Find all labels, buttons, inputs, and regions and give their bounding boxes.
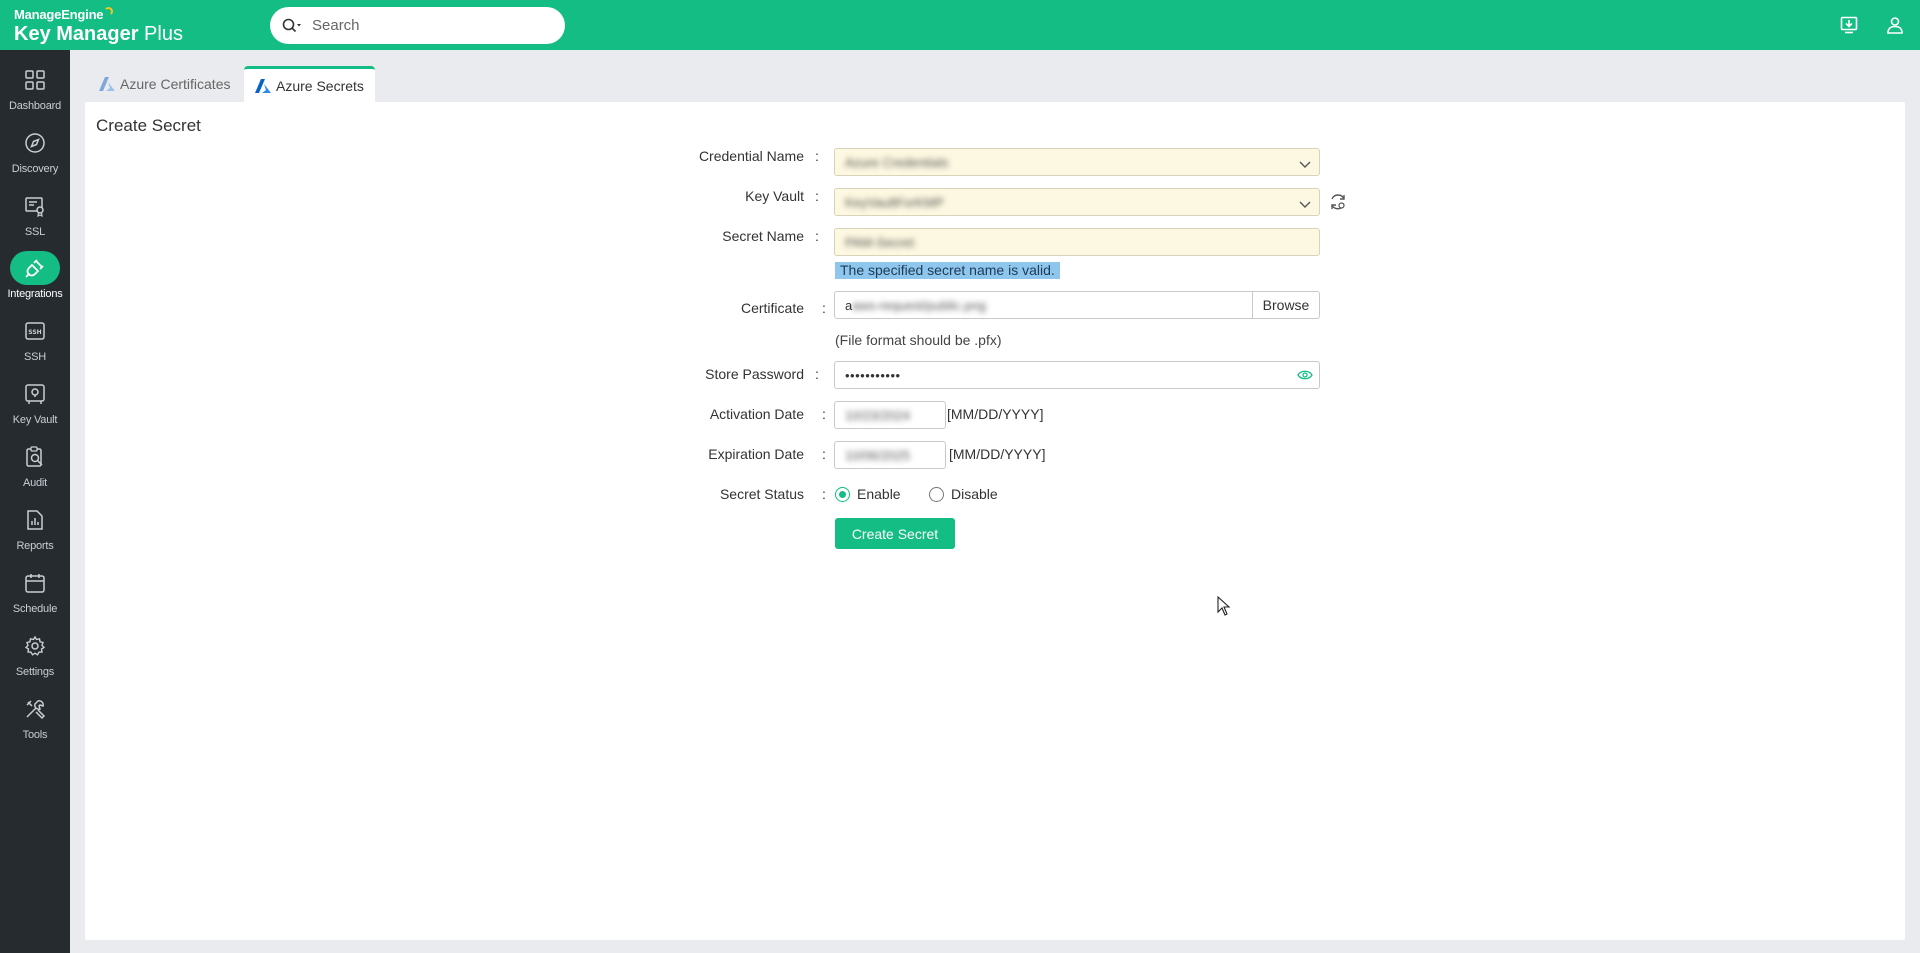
sidebar-item-schedule[interactable]: Schedule [0,564,70,624]
chevron-down-icon [1299,157,1311,172]
secret-name-valid-message: The specified secret name is valid. [835,262,1060,279]
certificate-file-input[interactable]: a aws-request/public.png [834,291,1253,319]
sidebar-item-audit[interactable]: Audit [0,438,70,498]
sidebar: Dashboard Discovery SSL Integrations SSH… [0,50,70,953]
key-vault-label: Key Vault [745,188,804,204]
sidebar-item-tools[interactable]: Tools [0,690,70,750]
mouse-cursor-icon [1217,595,1231,621]
expiration-date-label: Expiration Date [708,446,804,462]
certificate-format-hint: (File format should be .pfx) [835,332,1002,348]
sidebar-item-settings[interactable]: Settings [0,627,70,687]
user-icon[interactable] [1884,14,1906,36]
status-disable-radio[interactable]: Disable [929,486,998,502]
browse-button[interactable]: Browse [1253,291,1320,319]
page-title: Create Secret [96,116,201,135]
tools-icon [18,692,52,726]
sidebar-item-key-vault[interactable]: Key Vault [0,375,70,435]
sidebar-item-discovery[interactable]: Discovery [0,124,70,184]
certificate-label: Certificate [740,300,804,316]
certificate-icon [18,189,52,223]
azure-icon [254,78,272,94]
status-enable-radio[interactable]: Enable [835,486,901,502]
ssh-icon: SSH [18,314,52,348]
top-bar: ManageEngine Key Manager Plus [0,0,1920,50]
grid-icon [18,63,52,97]
secret-name-input[interactable]: PAM-Secret [834,228,1320,256]
company-name: ManageEngine [14,7,183,22]
expiration-date-format: [MM/DD/YYYY] [949,446,1046,462]
create-secret-button[interactable]: Create Secret [835,518,955,549]
sidebar-item-dashboard[interactable]: Dashboard [0,61,70,121]
reports-icon [18,503,52,537]
sidebar-item-ssl[interactable]: SSL [0,187,70,247]
sidebar-item-ssh[interactable]: SSH SSH [0,312,70,372]
secret-status-label: Secret Status [719,486,804,502]
search-icon[interactable] [282,17,304,35]
svg-text:SSH: SSH [28,329,41,336]
chevron-down-icon [1299,197,1311,212]
secret-name-label: Secret Name [722,228,804,244]
credential-name-select[interactable]: Azure Credentials [834,148,1320,176]
gear-icon [18,629,52,663]
sidebar-item-reports[interactable]: Reports [0,501,70,561]
tab-azure-secrets[interactable]: Azure Secrets [244,66,375,102]
store-password-input[interactable]: ••••••••••• [834,361,1320,389]
credential-name-label: Credential Name [698,148,804,164]
compass-icon [18,126,52,160]
create-secret-panel: Create Secret Credential Name : Azure Cr… [85,102,1905,940]
search-input[interactable] [312,17,532,34]
eye-icon[interactable] [1297,368,1313,385]
activation-date-format: [MM/DD/YYYY] [947,406,1044,422]
product-name: Key Manager Plus [14,23,183,45]
audit-icon [18,440,52,474]
search-bar[interactable] [270,7,565,44]
tab-azure-certificates[interactable]: Azure Certificates [88,66,240,102]
download-agent-icon[interactable] [1838,14,1860,36]
vault-icon [18,377,52,411]
activation-date-input[interactable]: 10/23/2024 [834,401,946,429]
sidebar-item-integrations[interactable]: Integrations [0,249,70,309]
brand-logo[interactable]: ManageEngine Key Manager Plus [14,7,183,45]
key-vault-select[interactable]: KeyVaultForKMP [834,188,1320,216]
expiration-date-input[interactable]: 10/06/2025 [834,441,946,469]
plug-icon [10,251,60,285]
activation-date-label: Activation Date [709,406,804,422]
refresh-icon[interactable] [1329,193,1347,216]
azure-icon [98,76,116,92]
calendar-icon [18,566,52,600]
store-password-label: Store Password [705,366,804,382]
